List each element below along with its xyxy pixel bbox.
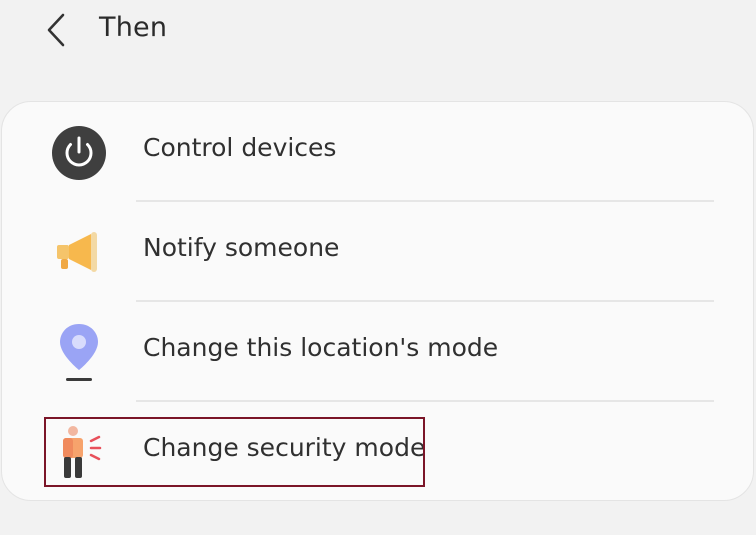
page-title: Then [99,12,168,43]
chevron-left-icon [47,13,65,47]
list-item-change-security-mode[interactable]: Change security mode [2,402,753,500]
location-pin-icon [48,322,110,384]
list-item-control-devices[interactable]: Control devices [2,102,753,202]
actions-card: Control devices Notify someone Change th… [1,101,754,501]
back-button[interactable] [38,10,74,50]
list-item-label: Change security mode [143,433,426,462]
security-person-icon [48,422,110,484]
list-item-notify-someone[interactable]: Notify someone [2,202,753,302]
megaphone-icon [48,222,110,284]
power-icon [48,122,110,184]
list-item-label: Control devices [143,133,337,162]
header-bar: Then [0,0,756,62]
list-item-change-location-mode[interactable]: Change this location's mode [2,302,753,402]
list-item-label: Notify someone [143,233,340,262]
list-item-label: Change this location's mode [143,333,499,362]
